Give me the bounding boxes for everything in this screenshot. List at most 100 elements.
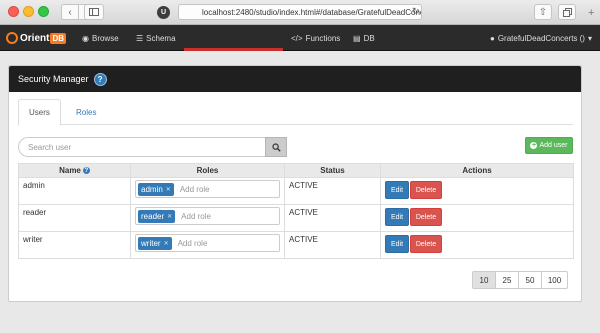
page-size-selector: 10 25 50 100	[472, 271, 568, 289]
role-tag[interactable]: admin ✕	[138, 182, 174, 196]
add-role-placeholder: Add role	[181, 211, 211, 221]
tabs-icon	[562, 7, 572, 17]
caret-down-icon: ▾	[587, 33, 592, 43]
logo-ring-icon	[6, 32, 18, 44]
page-size-10[interactable]: 10	[473, 272, 496, 288]
sidebar-toggle-button[interactable]	[84, 4, 104, 20]
nav-browse[interactable]: ◉ Browse	[82, 25, 119, 51]
share-button[interactable]: ⇧	[534, 4, 552, 20]
edit-button[interactable]: Edit	[385, 181, 409, 199]
role-tag[interactable]: reader ✕	[138, 209, 176, 223]
share-icon: ⇧	[538, 6, 548, 18]
page-size-100[interactable]: 100	[542, 272, 567, 288]
delete-button[interactable]: Delete	[410, 235, 442, 253]
delete-button[interactable]: Delete	[410, 208, 442, 226]
nav-db[interactable]: ▤ DB	[353, 25, 375, 51]
column-header-roles: Roles	[130, 163, 285, 178]
help-icon[interactable]: ?	[93, 72, 107, 86]
sidebar-icon	[89, 8, 99, 16]
panel-title: Security Manager	[18, 74, 89, 84]
edit-button[interactable]: Edit	[385, 208, 409, 226]
search-icon	[271, 142, 281, 152]
address-bar-text: localhost:2480/studio/index.html#/databa…	[202, 7, 422, 17]
logo-text: Orient	[20, 32, 50, 44]
user-roles-cell: admin ✕ Add role	[130, 177, 285, 205]
user-icon: ●	[489, 33, 495, 43]
eye-icon: ◉	[82, 33, 89, 43]
user-status-cell: ACTIVE	[284, 204, 381, 232]
add-user-label: Add user	[539, 142, 568, 149]
nav-functions-label: Functions	[305, 33, 341, 43]
show-tabs-button[interactable]	[558, 4, 576, 20]
nav-functions[interactable]: </> Functions	[291, 25, 340, 51]
roles-input[interactable]: admin ✕ Add role	[135, 180, 280, 198]
nav-db-label: DB	[363, 33, 375, 43]
remove-role-icon[interactable]: ✕	[167, 213, 172, 220]
zoom-window-button[interactable]	[38, 6, 49, 17]
search-user-input[interactable]	[18, 137, 265, 157]
add-role-placeholder: Add role	[179, 184, 210, 194]
nav-browse-label: Browse	[91, 33, 119, 43]
user-actions-cell: Edit Delete	[380, 231, 574, 259]
user-name-cell: writer	[18, 231, 131, 259]
roles-input[interactable]: writer ✕ Add role	[135, 234, 280, 252]
table-row: writer writer ✕ Add role ACTIVE Edit Delet…	[18, 231, 574, 259]
roles-input[interactable]: reader ✕ Add role	[135, 207, 280, 225]
page-background	[0, 302, 600, 333]
close-window-button[interactable]	[8, 6, 19, 17]
app-navbar: Orient DB ◉ Browse ☰ Schema </> Function…	[0, 25, 600, 51]
role-tag[interactable]: writer ✕	[138, 236, 172, 250]
user-status-cell: ACTIVE	[284, 231, 381, 259]
address-bar[interactable]: localhost:2480/studio/index.html#/databa…	[178, 4, 422, 20]
user-name-cell: reader	[18, 204, 131, 232]
user-status-cell: ACTIVE	[284, 177, 381, 205]
list-icon: ☰	[136, 33, 144, 43]
back-button[interactable]: ‹	[61, 4, 79, 20]
reload-icon[interactable]: ↻	[412, 6, 420, 17]
nav-active-indicator	[184, 48, 283, 51]
users-table: Name? Roles Status Actions admin admin ✕ …	[18, 163, 574, 259]
remove-role-icon[interactable]: ✕	[166, 186, 171, 193]
search-button[interactable]	[265, 137, 287, 157]
user-name-cell: admin	[18, 177, 131, 205]
page-size-25[interactable]: 25	[496, 272, 519, 288]
column-header-name: Name?	[18, 163, 131, 178]
column-header-name-label: Name	[59, 166, 81, 175]
nav-schema-label: Schema	[146, 33, 176, 43]
table-header-row: Name? Roles Status Actions	[18, 163, 574, 178]
tab-users[interactable]: Users	[18, 99, 61, 126]
role-tag-label: writer	[141, 238, 161, 248]
user-roles-cell: writer ✕ Add role	[130, 231, 285, 259]
orientdb-logo[interactable]: Orient DB	[6, 30, 67, 46]
logo-db-text: DB	[50, 32, 67, 44]
nav-user-menu[interactable]: ● GratefulDeadConcerts () ▾	[490, 25, 592, 51]
panel-header: Security Manager ?	[9, 66, 581, 92]
site-badge-icon: U	[157, 6, 170, 19]
table-row: admin admin ✕ Add role ACTIVE Edit Delete	[18, 177, 574, 205]
chevron-left-icon: ‹	[68, 6, 72, 18]
code-icon: </>	[291, 33, 303, 43]
table-row: reader reader ✕ Add role ACTIVE Edit Delet…	[18, 204, 574, 232]
edit-button[interactable]: Edit	[385, 235, 409, 253]
column-header-status: Status	[284, 163, 381, 178]
info-icon[interactable]: ?	[82, 167, 90, 175]
role-tag-label: admin	[141, 184, 163, 194]
plus-circle-icon: +	[530, 142, 538, 149]
remove-role-icon[interactable]: ✕	[164, 240, 169, 247]
security-tabs: Users Roles	[18, 99, 573, 126]
user-actions-cell: Edit Delete	[380, 204, 574, 232]
nav-schema[interactable]: ☰ Schema	[136, 25, 176, 51]
add-user-button[interactable]: + Add user	[525, 137, 573, 154]
browser-toolbar: ‹ › U localhost:2480/studio/index.html#/…	[0, 0, 600, 25]
tab-roles[interactable]: Roles	[66, 99, 106, 125]
page-size-50[interactable]: 50	[519, 272, 542, 288]
database-icon: ▤	[353, 33, 361, 43]
new-tab-icon[interactable]: +	[588, 7, 594, 19]
security-manager-panel: Security Manager ? Users Roles + Add use…	[8, 65, 582, 302]
add-role-placeholder: Add role	[177, 238, 208, 248]
column-header-actions: Actions	[380, 163, 574, 178]
role-tag-label: reader	[141, 211, 165, 221]
user-roles-cell: reader ✕ Add role	[130, 204, 285, 232]
delete-button[interactable]: Delete	[410, 181, 442, 199]
minimize-window-button[interactable]	[23, 6, 34, 17]
